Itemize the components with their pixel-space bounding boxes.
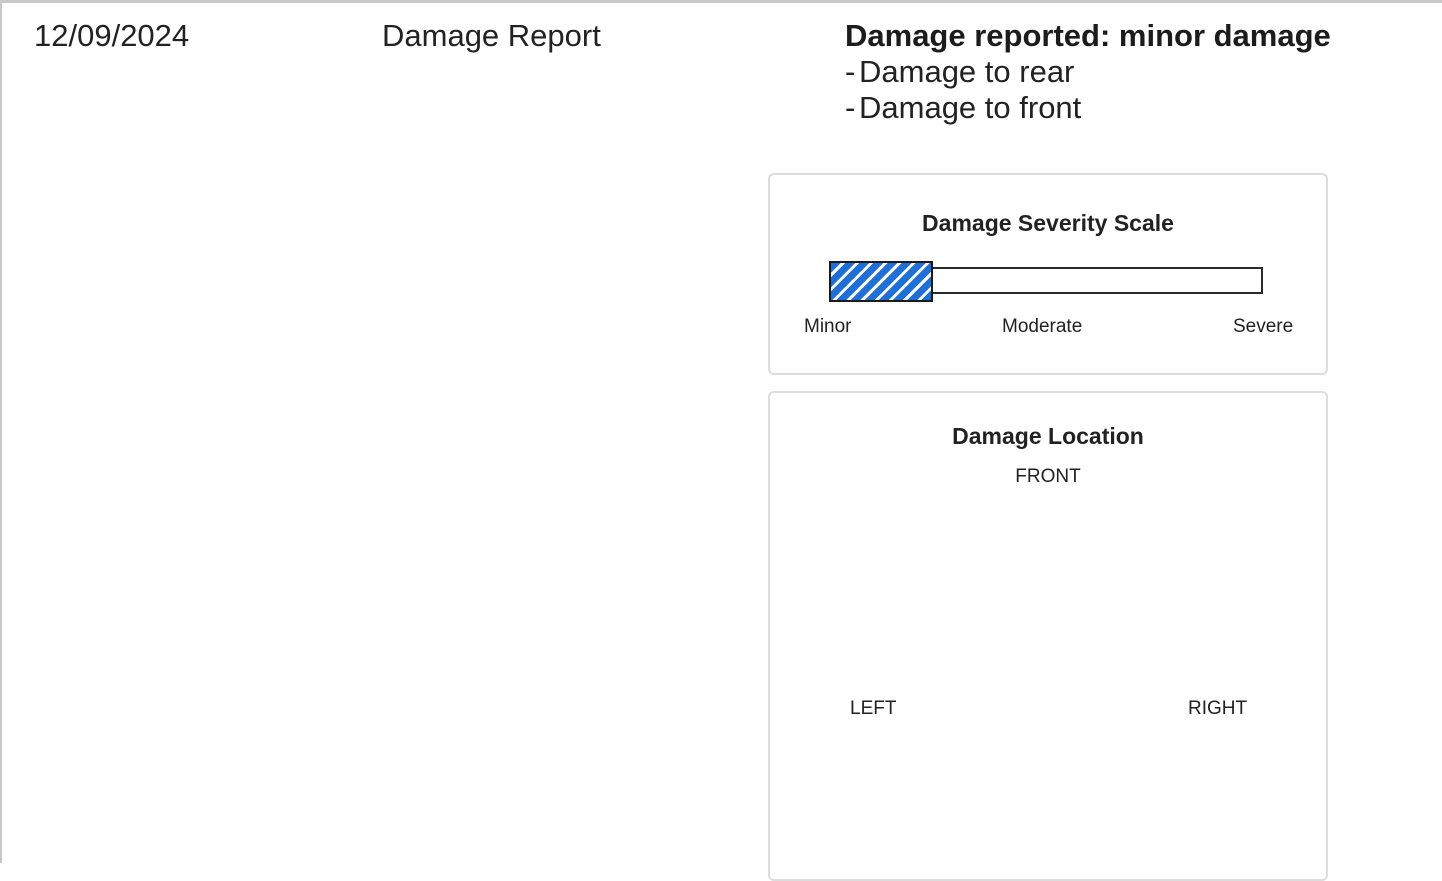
damage-summary: Damage reported: minor damage - Damage to… (845, 18, 1331, 126)
severity-label-severe: Severe (1233, 316, 1294, 337)
severity-label-minor: Minor (804, 316, 852, 337)
location-label-left: LEFT (850, 698, 897, 719)
severity-scale-fill (829, 261, 933, 302)
damage-summary-item-label: Damage to front (859, 90, 1082, 125)
severity-scale-title: Damage Severity Scale (922, 210, 1174, 236)
severity-scale-card: Damage Severity Scale Minor Moderate Sev… (768, 173, 1328, 375)
damage-location-title: Damage Location (952, 423, 1144, 449)
damage-summary-heading: Damage reported: minor damage (845, 18, 1331, 53)
report-title: Damage Report (382, 18, 601, 53)
severity-label-moderate: Moderate (1002, 316, 1083, 337)
damage-summary-item: - Damage to rear (845, 54, 1075, 89)
damage-summary-item-label: Damage to rear (859, 54, 1075, 89)
location-label-right: RIGHT (1188, 698, 1248, 719)
location-label-front: FRONT (1015, 466, 1081, 487)
damage-summary-item: - Damage to front (845, 90, 1082, 125)
damage-location-card: Damage Location FRONT LEFT RIGHT (768, 391, 1328, 881)
report-date: 12/09/2024 (34, 18, 190, 53)
damage-summary-list: - Damage to rear - Damage to front (845, 54, 1331, 126)
